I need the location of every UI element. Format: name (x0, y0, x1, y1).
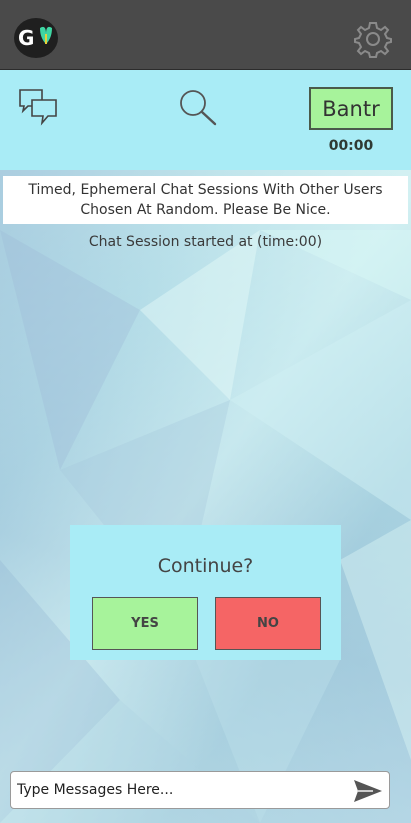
dialog-title: Continue? (157, 555, 254, 577)
message-composer (10, 771, 390, 809)
app-logo[interactable]: G (14, 18, 58, 58)
bantr-button[interactable]: Bantr (309, 87, 393, 130)
no-button[interactable]: NO (215, 597, 321, 650)
app-description: Timed, Ephemeral Chat Sessions With Othe… (3, 176, 408, 224)
leaf-icon (40, 26, 52, 44)
session-timer: 00:00 (328, 138, 374, 154)
description-line-1: Timed, Ephemeral Chat Sessions With Othe… (28, 182, 383, 198)
search-icon[interactable] (178, 88, 218, 128)
send-icon[interactable] (353, 779, 383, 803)
continue-dialog: Continue? YES NO (70, 525, 341, 660)
message-input[interactable] (17, 776, 337, 804)
logo-letter: G (18, 26, 35, 50)
gear-icon[interactable] (354, 20, 392, 58)
yes-button[interactable]: YES (92, 597, 198, 650)
chat-bubbles-icon[interactable] (18, 88, 58, 126)
top-bar: G (0, 0, 411, 70)
session-status: Chat Session started at (time:00) (88, 234, 323, 250)
description-line-2: Chosen At Random. Please Be Nice. (80, 202, 331, 218)
